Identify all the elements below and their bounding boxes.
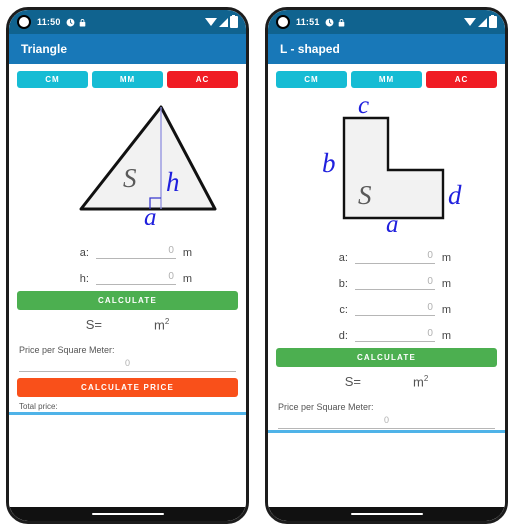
lshape-diagram: S c b d a (268, 94, 505, 234)
input-field-group: a: 0 m h: 0 m (9, 229, 246, 285)
phone-screen-lshaped: 11:51 L - shaped CM MM AC S c b d a a: 0… (268, 10, 505, 521)
unit-button-mm[interactable]: MM (351, 71, 422, 88)
unit-button-mm[interactable]: MM (92, 71, 163, 88)
app-bar: L - shaped (268, 34, 505, 64)
signal-icon (219, 17, 228, 27)
unit-button-row: CM MM AC (9, 64, 246, 94)
scroll-indicator[interactable] (9, 412, 246, 415)
field-unit-h: m (182, 273, 193, 285)
triangle-diagram: S h a (9, 94, 246, 229)
scroll-indicator[interactable] (268, 430, 505, 433)
field-unit-c: m (441, 304, 452, 316)
home-indicator-bar[interactable] (268, 507, 505, 521)
right-edge-label: d (448, 180, 462, 210)
clear-button-ac[interactable]: AC (167, 71, 238, 88)
phone-device-triangle: 11:50 Triangle CM MM AC S h a a: 0 m h: … (6, 7, 249, 524)
field-input-h[interactable]: 0 (95, 271, 176, 285)
field-row-d: d: 0 m (268, 316, 505, 342)
field-unit-d: m (441, 330, 452, 342)
wifi-icon (205, 18, 217, 26)
phone-screen-triangle: 11:50 Triangle CM MM AC S h a a: 0 m h: … (9, 10, 246, 521)
app-bar-title: L - shaped (280, 42, 340, 56)
price-per-meter-input[interactable]: 0 (19, 358, 236, 372)
field-row-b: b: 0 m (268, 264, 505, 290)
top-edge-label: c (358, 96, 369, 119)
price-per-meter-input[interactable]: 0 (278, 415, 495, 429)
result-label: S= (344, 374, 361, 389)
camera-punch-hole-icon (276, 15, 290, 29)
price-per-meter-label: Price per Square Meter: (19, 345, 115, 355)
field-input-d[interactable]: 0 (354, 328, 435, 342)
bottom-edge-label: a (386, 211, 399, 232)
phone-device-lshaped: 11:51 L - shaped CM MM AC S c b d a a: 0… (265, 7, 508, 524)
field-input-c[interactable]: 0 (354, 302, 435, 316)
status-clock: 11:50 (37, 17, 61, 27)
result-unit: m2 (153, 317, 170, 333)
total-price-label: Total price: (19, 402, 58, 411)
calculate-button[interactable]: CALCULATE (17, 291, 238, 310)
base-label: a (144, 204, 157, 225)
result-row: S= m2 (9, 310, 246, 343)
clear-button-ac[interactable]: AC (426, 71, 497, 88)
input-field-group: a: 0 m b: 0 m c: 0 m d: 0 m (268, 234, 505, 342)
area-label: S (123, 163, 137, 193)
app-bar: Triangle (9, 34, 246, 64)
alarm-icon (66, 18, 74, 26)
app-bar-title: Triangle (21, 42, 68, 56)
calculate-button[interactable]: CALCULATE (276, 348, 497, 367)
lock-icon (79, 18, 85, 26)
result-label: S= (85, 317, 102, 332)
status-bar: 11:50 (9, 10, 246, 34)
dual-phone-screenshot: 11:50 Triangle CM MM AC S h a a: 0 m h: … (0, 0, 514, 531)
field-label-a: a: (79, 247, 89, 259)
field-label-a: a: (338, 252, 348, 264)
unit-button-cm[interactable]: CM (17, 71, 88, 88)
status-right-icons (464, 14, 497, 28)
calculate-price-button[interactable]: CALCULATE PRICE (17, 378, 238, 397)
left-edge-label: b (322, 148, 336, 178)
wifi-icon (464, 18, 476, 26)
field-unit-b: m (441, 278, 452, 290)
battery-icon (489, 14, 497, 28)
field-row-a: a: 0 m (9, 233, 246, 259)
price-per-meter-label: Price per Square Meter: (278, 402, 374, 412)
field-label-b: b: (338, 278, 348, 290)
status-right-icons (205, 14, 238, 28)
field-label-h: h: (79, 273, 89, 285)
home-indicator-bar[interactable] (9, 507, 246, 521)
result-unit: m2 (412, 374, 429, 390)
camera-punch-hole-icon (17, 15, 31, 29)
field-row-c: c: 0 m (268, 290, 505, 316)
field-unit-a: m (441, 252, 452, 264)
lock-icon (338, 18, 344, 26)
result-row: S= m2 (268, 367, 505, 400)
field-row-a: a: 0 m (268, 238, 505, 264)
field-input-b[interactable]: 0 (354, 276, 435, 290)
battery-icon (230, 14, 238, 28)
unit-button-cm[interactable]: CM (276, 71, 347, 88)
field-input-a[interactable]: 0 (95, 245, 176, 259)
area-label: S (358, 180, 372, 210)
field-label-c: c: (339, 304, 348, 316)
signal-icon (478, 17, 487, 27)
height-label: h (166, 167, 180, 197)
unit-button-row: CM MM AC (268, 64, 505, 94)
field-input-a[interactable]: 0 (354, 250, 435, 264)
field-unit-a: m (182, 247, 193, 259)
status-clock: 11:51 (296, 17, 320, 27)
field-row-h: h: 0 m (9, 259, 246, 285)
status-bar: 11:51 (268, 10, 505, 34)
field-label-d: d: (338, 330, 348, 342)
alarm-icon (325, 18, 333, 26)
